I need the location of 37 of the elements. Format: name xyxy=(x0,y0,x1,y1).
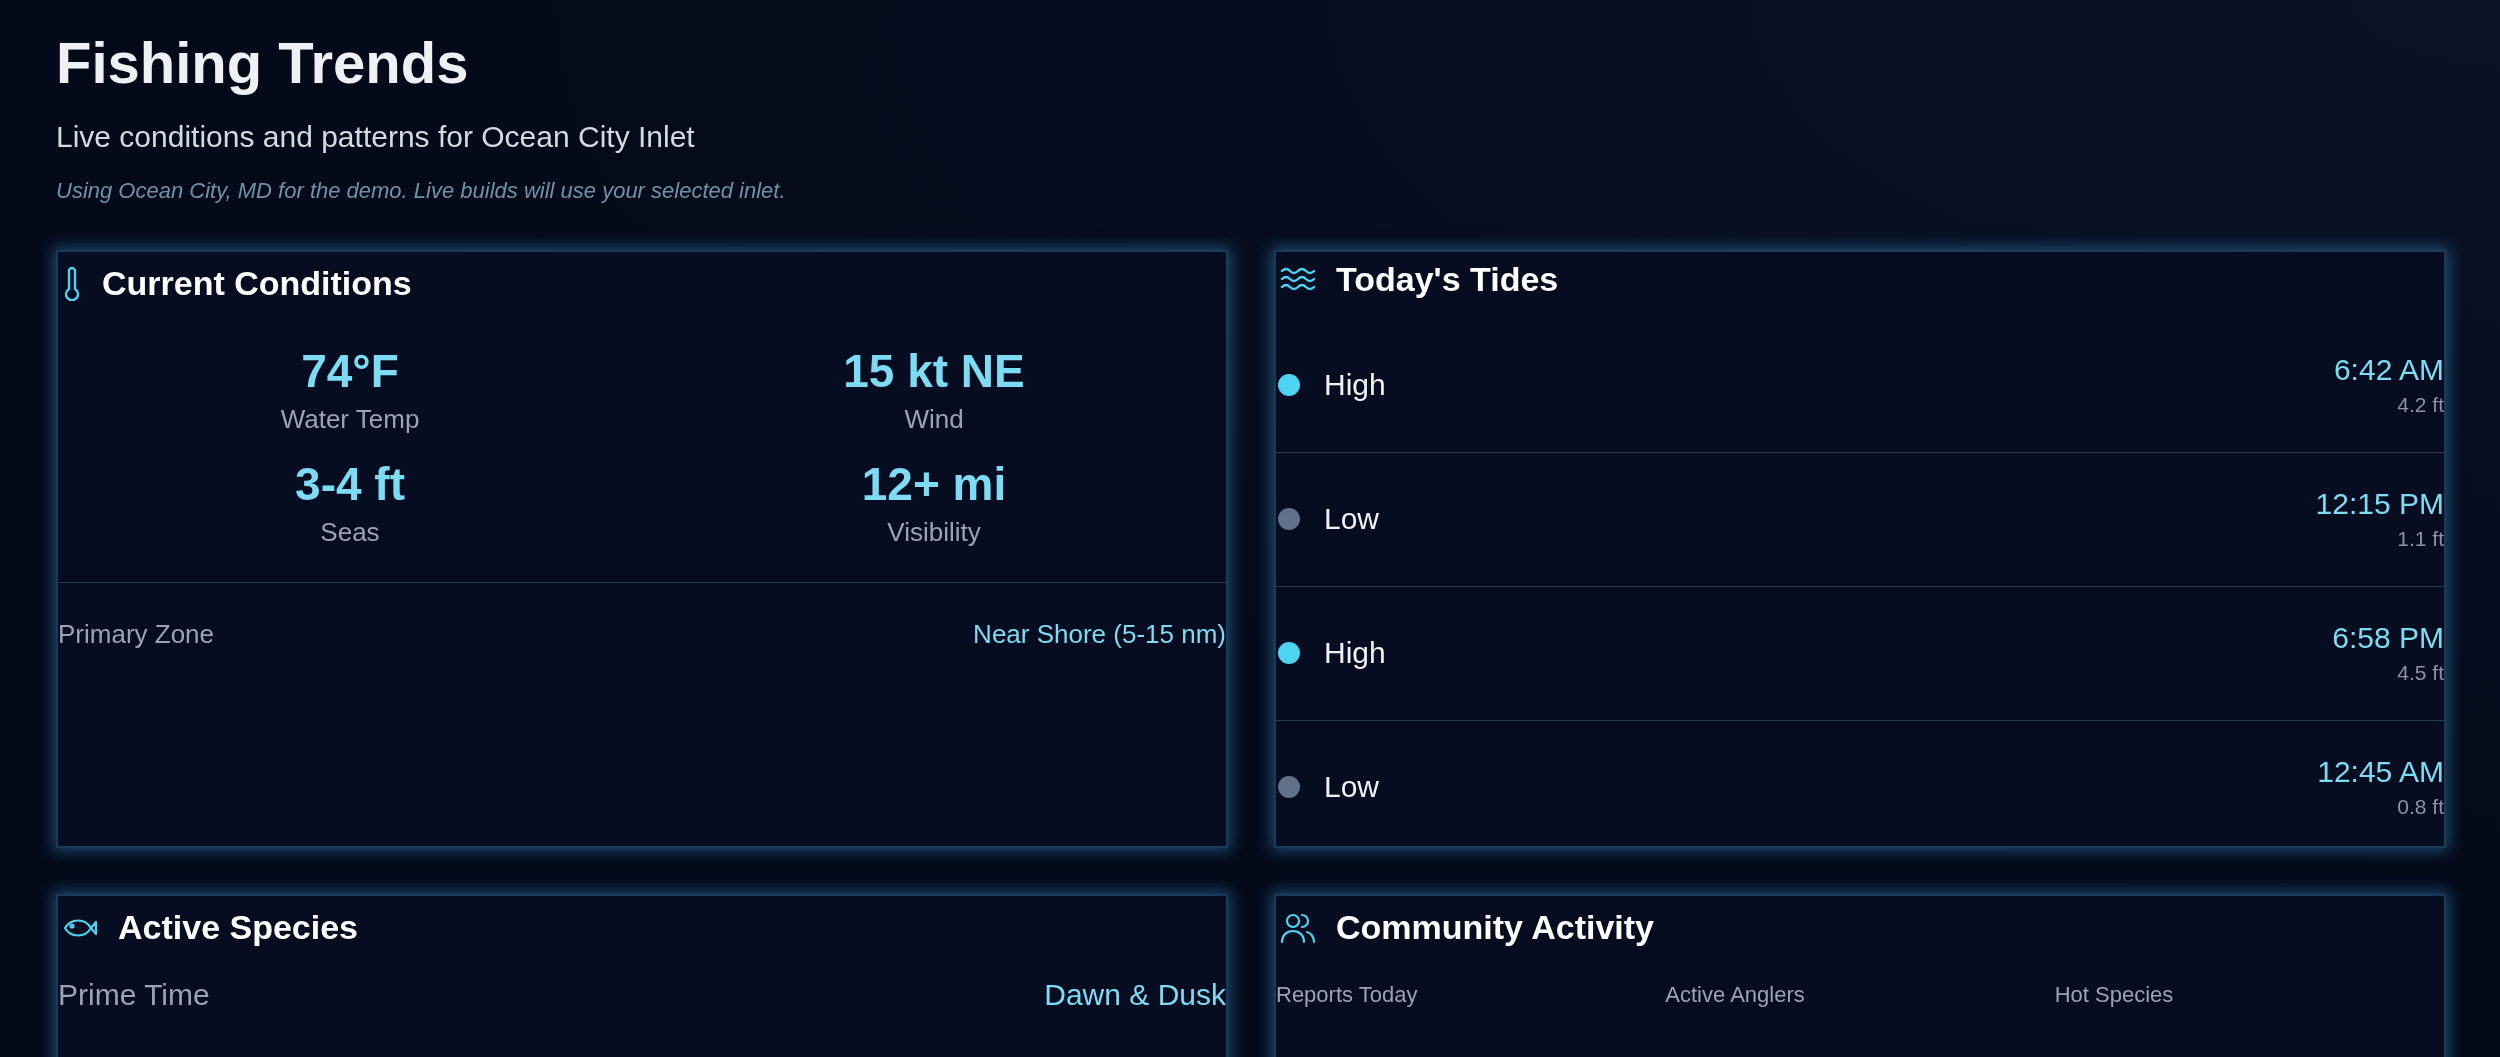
tide-type: Low xyxy=(1324,770,1381,805)
tide-type: Low xyxy=(1324,502,1381,537)
page-subtitle: Live conditions and patterns for Ocean City Inlet xyxy=(56,119,696,154)
stat-label: Active Anglers xyxy=(1665,981,1806,1008)
tide-height: 4.5 ft xyxy=(2397,661,2444,686)
prime-time-label: Prime Time xyxy=(58,977,210,1012)
card-title: Current Conditions xyxy=(102,264,412,304)
tide-height: 0.8 ft xyxy=(2397,795,2444,820)
thermometer-icon xyxy=(62,266,82,301)
tide-height: 1.1 ft xyxy=(2397,527,2444,552)
zone-value: Near Shore (5-15 nm) xyxy=(973,618,1226,650)
stat-label: Hot Species xyxy=(2054,981,2175,1008)
page-title: Fishing Trends xyxy=(56,29,470,97)
card-title: Community Activity xyxy=(1336,908,1654,948)
prime-time-value: Dawn & Dusk xyxy=(1044,977,1226,1012)
demo-note: Using Ocean City, MD for the demo. Live builds will use your selected inlet. xyxy=(56,177,787,204)
stat-label: Reports Today xyxy=(1276,981,1419,1008)
stat-label: Visibility xyxy=(887,516,981,548)
tide-time: 12:45 AM xyxy=(2317,755,2444,790)
card-title: Today's Tides xyxy=(1336,259,1559,299)
stat-label: Wind xyxy=(904,403,964,435)
tide-type: High xyxy=(1324,636,1387,671)
zone-label: Primary Zone xyxy=(58,618,215,650)
tide-time: 6:42 AM xyxy=(2333,353,2444,388)
stat-value: 12+ mi xyxy=(861,456,1007,511)
users-icon xyxy=(1280,911,1316,944)
card-title: Active Species xyxy=(118,908,359,948)
stat-value: 74°F xyxy=(301,343,399,398)
tide-time: 6:58 PM xyxy=(2332,621,2444,656)
tide-type: High xyxy=(1324,368,1387,403)
stat-label: Seas xyxy=(320,516,380,548)
waves-icon xyxy=(1280,266,1316,293)
stat-value: 15 kt NE xyxy=(843,343,1025,398)
tide-time: 12:15 PM xyxy=(2315,487,2444,522)
stat-label: Water Temp xyxy=(280,403,420,435)
tide-height: 4.2 ft xyxy=(2397,393,2444,418)
stat-value: 3-4 ft xyxy=(295,456,405,511)
